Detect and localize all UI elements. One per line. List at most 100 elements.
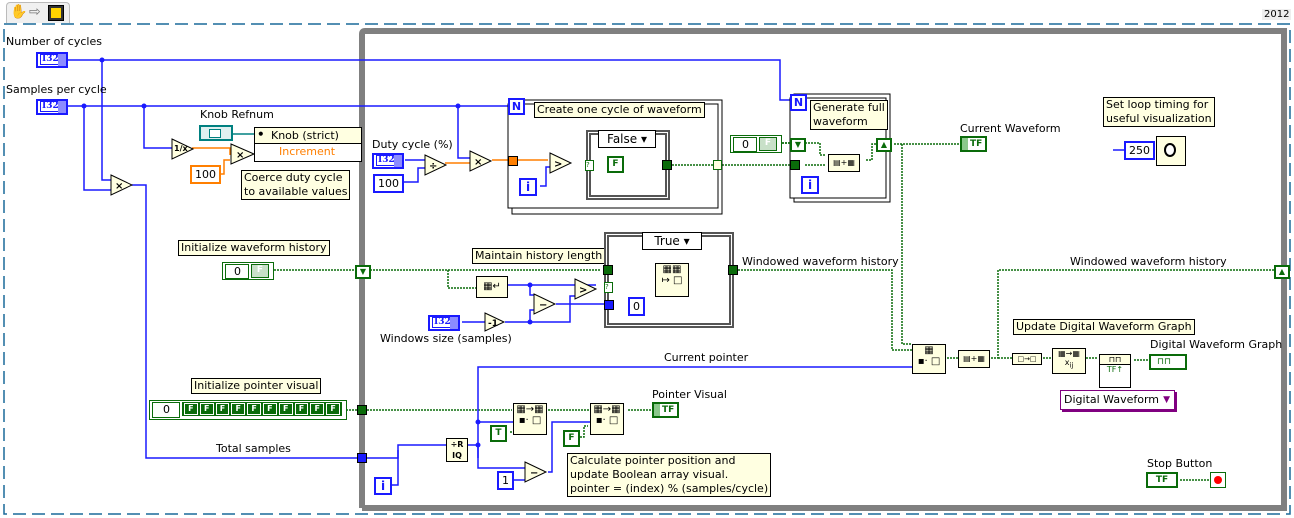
replace-subset-node: ▦ ▪· □ <box>912 344 946 374</box>
stopwatch-icon <box>1164 143 1176 157</box>
greater-than-node: > <box>574 278 598 300</box>
tunnel <box>508 156 518 166</box>
wait-ms-constant[interactable]: 250 <box>1124 141 1155 160</box>
replace-element-node: ▦→▦ ▪· □ <box>590 403 624 435</box>
stop-button-control[interactable]: TF <box>1146 472 1178 488</box>
one-constant[interactable]: 1 <box>497 471 514 490</box>
hundred-constant-int[interactable]: 100 <box>373 174 404 193</box>
current-pointer-wire-label: Current pointer <box>664 351 749 364</box>
divide-node: ÷ <box>424 154 448 176</box>
hundred-constant[interactable]: 100 <box>190 165 221 184</box>
key-icon: ⚫ <box>257 130 265 140</box>
greater-than-node: > <box>549 152 573 174</box>
digital-waveform-graph-indicator[interactable]: ⊓⊓ <box>1149 354 1187 370</box>
samples-per-cycle-label: Samples per cycle <box>6 83 107 96</box>
array-size-node: ▦↵ <box>476 276 508 298</box>
stop-button-label: Stop Button <box>1147 457 1213 470</box>
array-const-waveform[interactable]: 0 F <box>730 135 782 153</box>
pointer-array-element: F <box>199 403 214 415</box>
pointer-array-element: F <box>184 403 198 415</box>
false-constant[interactable]: F <box>607 156 624 173</box>
windows-size-label: Windows size (samples) <box>380 332 512 345</box>
shift-register-history-left: ▼ <box>355 265 371 279</box>
svg-text:×: × <box>474 157 482 168</box>
bool-to-digital-node: ⊓⊓ TF↑ <box>1099 354 1131 388</box>
total-samples-wire-label: Total samples <box>216 442 291 455</box>
refnum-icon <box>209 129 221 138</box>
build-array-node: ▤+▦ <box>958 350 990 368</box>
property-node-increment: Increment <box>279 145 336 158</box>
iteration-terminal: i <box>801 176 819 194</box>
pointer-array-element: F <box>294 403 309 415</box>
tunnel <box>790 160 800 170</box>
zero-constant[interactable]: 0 <box>628 297 645 316</box>
case-selector-false[interactable]: False ▾ <box>598 130 656 148</box>
pointer-array-element: F <box>278 403 293 415</box>
case-selector-true[interactable]: True ▾ <box>642 232 702 250</box>
duty-cycle-label: Duty cycle (%) <box>372 138 453 151</box>
transpose-node: ▦→▦ xij <box>1052 348 1086 374</box>
chevron-down-icon: ▼ <box>1163 395 1170 405</box>
case-input-tunnel-int <box>604 300 614 310</box>
windows-size-control[interactable]: I32 <box>428 315 460 331</box>
knob-refnum-label: Knob Refnum <box>200 108 274 121</box>
replace-element-node: ▦→▦ ▪· □ <box>513 403 547 435</box>
knob-property-node[interactable]: ⚫ Knob (strict) Increment <box>254 127 362 162</box>
windowed-history-wire-label: Windowed waveform history <box>742 255 899 268</box>
pointer-array-element: F <box>231 403 246 415</box>
svg-text:>: > <box>554 159 562 170</box>
true-constant[interactable]: T <box>490 425 507 442</box>
tunnel-total-samples <box>357 453 367 463</box>
case-selector-terminal: ? <box>585 160 594 171</box>
multiply-node: × <box>469 150 493 172</box>
shift-register-right: ▲ <box>876 138 892 152</box>
pointer-visual-indicator[interactable]: TF <box>652 402 680 418</box>
subtract-node: − <box>524 461 548 483</box>
pointer-array-element: F <box>326 403 340 415</box>
digital-waveform-graph-label: Digital Waveform Graph <box>1150 338 1283 351</box>
wait-ms-node <box>1156 136 1186 166</box>
subtract-node: − <box>533 293 557 315</box>
comment-calc-pointer: Calculate pointer position and update Bo… <box>567 453 772 497</box>
multiply-node: × <box>110 174 134 196</box>
current-waveform-label: Current Waveform <box>960 122 1061 135</box>
tunnel <box>357 405 367 415</box>
iteration-terminal: i <box>374 477 392 495</box>
false-constant[interactable]: F <box>563 430 580 447</box>
comment-update-graph: Update Digital Waveform Graph <box>1013 319 1195 335</box>
shift-register-history-right: ▲ <box>1274 265 1290 279</box>
samples-per-cycle-control[interactable]: I32 <box>36 99 68 115</box>
comment-coerce: Coerce duty cycle to available values <box>241 170 351 200</box>
reciprocal-node: 1/x <box>171 138 195 160</box>
to-variant-node: □→□ <box>1012 353 1042 365</box>
comment-create-cycle: Create one cycle of waveform <box>534 102 705 118</box>
case-input-tunnel <box>603 265 613 275</box>
svg-text:1/x: 1/x <box>174 144 188 153</box>
svg-text:>: > <box>579 285 587 296</box>
comment-init-history: Initialize waveform history <box>178 240 330 256</box>
number-of-cycles-control[interactable]: I32 <box>36 52 68 68</box>
typedef-dropdown[interactable]: Digital Waveform ▼ <box>1060 390 1175 410</box>
pointer-visual-array-const[interactable]: 0 FFFFFFFFFF <box>149 400 347 420</box>
loop-condition-terminal[interactable] <box>1210 472 1226 488</box>
shift-register-left: ▼ <box>790 138 806 152</box>
pointer-array-elements: FFFFFFFFFF <box>182 402 342 416</box>
pointer-array-element: F <box>247 403 261 415</box>
array-const-history[interactable]: 0 F <box>222 262 274 280</box>
comment-init-pointer: Initialize pointer visual <box>191 378 322 394</box>
pointer-array-element: F <box>310 403 325 415</box>
iteration-terminal: i <box>519 178 537 196</box>
knob-refnum-control[interactable] <box>199 125 233 141</box>
stop-sign-icon <box>1214 476 1222 484</box>
current-waveform-indicator[interactable]: TF <box>960 136 988 152</box>
array-subset-node: ▦▦ ↦ □ <box>655 263 689 297</box>
property-node-class: ⚫ Knob (strict) <box>255 128 361 144</box>
quotient-remainder-node: ÷R IQ <box>446 438 468 462</box>
concat-array-node: ▤+▦ <box>828 154 860 172</box>
svg-text:−: − <box>539 300 547 311</box>
multiply-node: × <box>230 143 256 165</box>
indexing-tunnel <box>713 160 722 170</box>
duty-cycle-control[interactable]: I32 <box>372 153 404 169</box>
pointer-visual-label: Pointer Visual <box>652 388 727 401</box>
decrement-node: -1 <box>484 312 506 332</box>
